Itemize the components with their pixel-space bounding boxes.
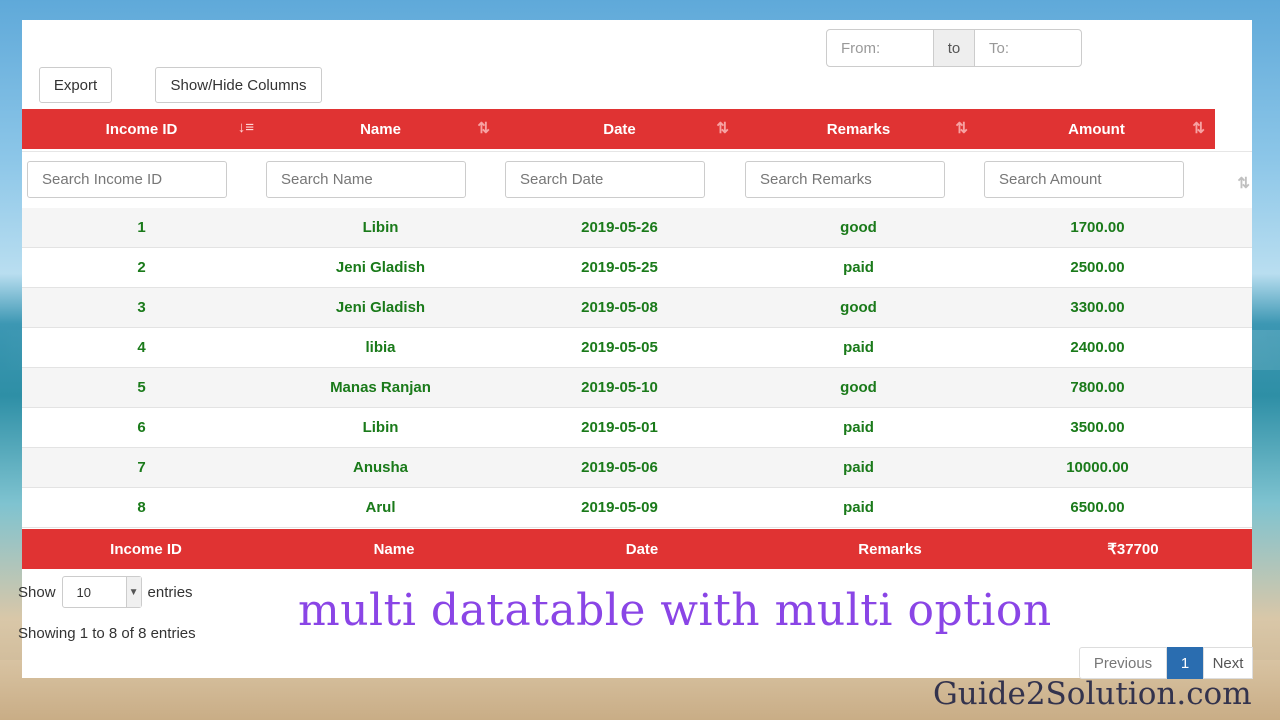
column-header-label: Name [360, 120, 401, 138]
cell-remarks: good [840, 219, 877, 236]
cell-remarks: paid [843, 459, 874, 476]
date-from-input[interactable]: From: [827, 30, 933, 66]
datatable-panel: Export Show/Hide Columns From: to To: In… [18, 20, 1253, 679]
page-1-button[interactable]: 1 [1167, 647, 1203, 679]
sort-icon[interactable]: ⇅ [1192, 119, 1205, 137]
show-label: Show [18, 583, 56, 601]
table-row[interactable]: 7 Anusha 2019-05-06 paid 10000.00 [22, 448, 1252, 488]
footer-remarks: Remarks [858, 540, 922, 558]
cell-amount: 3300.00 [1070, 299, 1125, 316]
column-header-amount[interactable]: Amount ⇅ [978, 109, 1215, 149]
cell-name: Libin [362, 419, 399, 436]
cell-income-id: 6 [137, 419, 146, 436]
column-header-label: Amount [1068, 120, 1125, 138]
page-length-select[interactable]: 10 ▼ [61, 576, 142, 608]
table-row[interactable]: 3 Jeni Gladish 2019-05-08 good 3300.00 [22, 288, 1252, 328]
cell-amount: 6500.00 [1070, 499, 1125, 516]
cell-date: 2019-05-05 [581, 339, 658, 356]
table-footer: Income ID Name Date Remarks ₹37700 [22, 529, 1252, 569]
overlay-title: multi datatable with multi option [298, 585, 1052, 636]
search-name-input[interactable]: Search Name [266, 161, 466, 198]
page-length-value: 10 [76, 584, 91, 600]
brand-watermark: Guide2Solution.com [933, 676, 1252, 712]
export-button[interactable]: Export [39, 67, 112, 103]
date-range-filter: From: to To: [826, 29, 1082, 67]
sort-icon[interactable]: ⇅ [1237, 174, 1250, 192]
previous-page-button[interactable]: Previous [1079, 647, 1167, 679]
column-header-name[interactable]: Name ⇅ [261, 109, 500, 149]
date-range-separator: to [933, 30, 975, 66]
page-length-control: Show 10 ▼ entries [18, 576, 193, 608]
table-row[interactable]: 2 Jeni Gladish 2019-05-25 paid 2500.00 [22, 248, 1252, 288]
column-header-label: Income ID [105, 120, 178, 138]
cell-remarks: paid [843, 419, 874, 436]
cell-amount: 10000.00 [1066, 459, 1129, 476]
column-filter-row: Search Income ID Search Name Search Date… [22, 151, 1252, 209]
table-row[interactable]: 4 libia 2019-05-05 paid 2400.00 [22, 328, 1252, 368]
cell-remarks: paid [843, 259, 874, 276]
next-page-button[interactable]: Next [1203, 647, 1253, 679]
pagination: Previous 1 Next [1079, 647, 1253, 679]
footer-date: Date [625, 540, 659, 558]
date-to-input[interactable]: To: [975, 30, 1081, 66]
cell-date: 2019-05-08 [581, 299, 658, 316]
cell-income-id: 7 [137, 459, 146, 476]
cell-date: 2019-05-26 [581, 219, 658, 236]
cell-income-id: 5 [137, 379, 146, 396]
table-row[interactable]: 6 Libin 2019-05-01 paid 3500.00 [22, 408, 1252, 448]
cell-date: 2019-05-09 [581, 499, 658, 516]
table-body: 1 Libin 2019-05-26 good 1700.00 2 Jeni G… [22, 208, 1252, 528]
cell-name: Arul [365, 499, 396, 516]
cell-name: Anusha [352, 459, 408, 476]
cell-date: 2019-05-25 [581, 259, 658, 276]
show-hide-columns-button[interactable]: Show/Hide Columns [155, 67, 322, 103]
entries-label: entries [147, 583, 193, 601]
footer-amount-total: ₹37700 [1107, 541, 1159, 558]
cell-remarks: good [840, 299, 877, 316]
cell-name: Libin [362, 219, 399, 236]
cell-income-id: 2 [137, 259, 146, 276]
column-header-remarks[interactable]: Remarks ⇅ [739, 109, 978, 149]
cell-name: Manas Ranjan [330, 379, 431, 396]
search-income-id-input[interactable]: Search Income ID [27, 161, 227, 198]
table-header: Income ID ↓≡ Name ⇅ Date ⇅ Remarks ⇅ Amo… [22, 109, 1215, 149]
cell-date: 2019-05-06 [581, 459, 658, 476]
sort-icon[interactable]: ⇅ [955, 119, 968, 137]
column-header-label: Date [603, 120, 636, 138]
cell-income-id: 3 [137, 299, 146, 316]
cell-remarks: paid [843, 339, 874, 356]
sort-icon[interactable]: ⇅ [477, 119, 490, 137]
cell-remarks: good [840, 379, 877, 396]
cell-amount: 1700.00 [1070, 219, 1125, 236]
sort-asc-icon[interactable]: ↓≡ [238, 119, 254, 136]
cell-amount: 7800.00 [1070, 379, 1125, 396]
cell-income-id: 1 [137, 219, 146, 236]
search-remarks-input[interactable]: Search Remarks [745, 161, 945, 198]
search-amount-input[interactable]: Search Amount [984, 161, 1184, 198]
footer-income-id: Income ID [110, 540, 182, 558]
cell-income-id: 4 [137, 339, 146, 356]
table-row[interactable]: 1 Libin 2019-05-26 good 1700.00 [22, 208, 1252, 248]
cell-date: 2019-05-01 [581, 419, 658, 436]
cell-date: 2019-05-10 [581, 379, 658, 396]
cell-name: Jeni Gladish [335, 259, 426, 276]
cell-amount: 2400.00 [1070, 339, 1125, 356]
table-info: Showing 1 to 8 of 8 entries [18, 625, 196, 642]
cell-amount: 3500.00 [1070, 419, 1125, 436]
sort-icon[interactable]: ⇅ [716, 119, 729, 137]
table-row[interactable]: 8 Arul 2019-05-09 paid 6500.00 [22, 488, 1252, 528]
cell-name: Jeni Gladish [335, 299, 426, 316]
search-date-input[interactable]: Search Date [505, 161, 705, 198]
column-header-label: Remarks [826, 120, 891, 138]
cell-remarks: paid [843, 499, 874, 516]
footer-name: Name [373, 540, 415, 558]
cell-amount: 2500.00 [1070, 259, 1125, 276]
table-row[interactable]: 5 Manas Ranjan 2019-05-10 good 7800.00 [22, 368, 1252, 408]
cell-income-id: 8 [137, 499, 146, 516]
column-header-income-id[interactable]: Income ID ↓≡ [22, 109, 261, 149]
column-header-date[interactable]: Date ⇅ [500, 109, 739, 149]
chevron-down-icon: ▼ [125, 577, 141, 607]
cell-name: libia [365, 339, 396, 356]
